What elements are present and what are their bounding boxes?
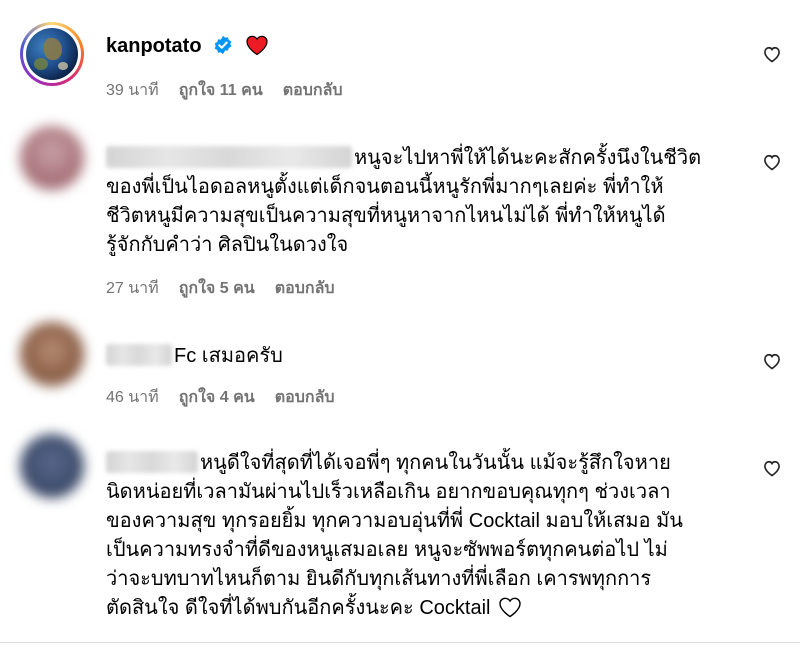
comment-line: ของความสุข ทุกรอยยิ้ม ทุกความอบอุ่นที่พี… [106,510,683,532]
earth-avatar-icon [26,28,78,80]
heart-outline-icon[interactable] [762,351,782,371]
comment-line: หนูจะไปหาพี่ให้ได้นะคะสักครั้งนึงในชีวิต [354,147,702,169]
comment-line: เป็นความทรงจำที่ดีของหนูเสมอเลย หนูจะซัพ… [106,539,668,561]
timestamp: 39 นาที [106,82,159,99]
avatar[interactable] [20,126,84,190]
verified-badge-icon [214,35,232,55]
comment-meta: 27 นาที ถูกใจ 5 คน ตอบกลับ [106,276,335,301]
reply-button[interactable]: ตอบกลับ [275,276,335,301]
heart-outline-icon[interactable] [762,152,782,172]
avatar[interactable] [20,322,84,386]
comment-body: kanpotato [106,32,746,61]
like-count[interactable]: ถูกใจ 5 คน [179,276,255,301]
comment-body: หนูจะไปหาพี่ให้ได้นะคะสักครั้งนึงในชีวิต… [106,144,746,260]
heart-outline-icon[interactable] [762,458,782,478]
comment-body: Fc เสมอครับ [106,342,746,371]
comment-body: หนูดีใจที่สุดที่ได้เจอพี่ๆ ทุกคนในวันนั้… [106,449,746,623]
reply-button[interactable]: ตอบกลับ [275,385,335,410]
white-heart-emoji-icon [498,597,521,618]
comment-line: นิดหน่อยที่เวลามันผ่านไปเร็วเหลือเกิน อย… [106,481,671,503]
comment-line: รู้จักกับคำว่า ศิลปินในดวงใจ [106,234,349,256]
comment-line: หนูดีใจที่สุดที่ได้เจอพี่ๆ ทุกคนในวันนั้… [200,452,671,474]
blurred-username[interactable] [106,451,198,473]
comment-line: ชีวิตหนูมีความสุขเป็นความสุขที่หนูหาจากไ… [106,205,666,227]
blurred-username[interactable] [106,146,352,168]
username[interactable]: kanpotato [106,35,202,57]
comment-meta: 46 นาที ถูกใจ 4 คน ตอบกลับ [106,385,335,410]
comment-text: Fc เสมอครับ [174,345,283,367]
comment-meta: 39 นาที ถูกใจ 11 คน ตอบกลับ [106,78,343,103]
blurred-username[interactable] [106,344,172,366]
avatar[interactable] [20,434,84,498]
timestamp: 27 นาที [106,280,159,297]
comment-line: ตัดสินใจ ดีใจที่ได้พบกันอีกครั้งนะคะ Coc… [106,597,491,619]
avatar[interactable] [20,22,84,86]
timestamp: 46 นาที [106,389,159,406]
like-count[interactable]: ถูกใจ 4 คน [179,385,255,410]
reply-button[interactable]: ตอบกลับ [283,78,343,103]
heart-outline-icon[interactable] [762,44,782,64]
red-heart-emoji-icon [246,35,268,56]
comment-line: ของพี่เป็นไอดอลหนูตั้งแต่เด็กจนตอนนี้หนู… [106,176,664,198]
like-count[interactable]: ถูกใจ 11 คน [179,78,263,103]
comment-line: ว่าจะบทบาทไหนก็ตาม ยินดีกับทุกเส้นทางที่… [106,568,652,590]
divider [0,642,800,643]
